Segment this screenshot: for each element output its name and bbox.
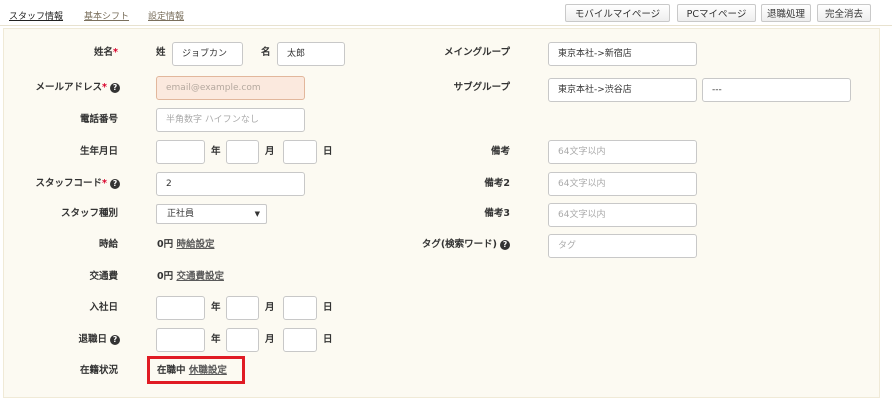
month-unit: 月 <box>265 146 275 157</box>
pc-mypage-button[interactable]: PCマイページ <box>677 4 756 22</box>
year-unit: 年 <box>211 146 221 157</box>
transport-label: 交通費 <box>89 271 118 282</box>
birthdate-label: 生年月日 <box>79 146 118 157</box>
retire-year-input[interactable] <box>156 328 205 352</box>
tab-basic-shift[interactable]: 基本シフト <box>84 9 129 22</box>
email-label: メールアドレス*? <box>20 81 120 95</box>
first-name-input[interactable]: 太郎 <box>277 42 345 66</box>
retire-day-input[interactable] <box>283 328 317 352</box>
first-name-label: 名 <box>261 47 271 58</box>
tab-staff-info[interactable]: スタッフ情報 <box>9 9 63 22</box>
year-unit: 年 <box>211 302 221 313</box>
birth-day-input[interactable] <box>283 140 317 164</box>
help-icon: ? <box>110 179 120 189</box>
retire-button[interactable]: 退職処理 <box>761 4 811 22</box>
staff-type-selected: 正社員 <box>167 209 195 219</box>
transport-settings-link[interactable]: 交通費設定 <box>176 271 224 282</box>
help-icon: ? <box>110 335 120 345</box>
name-label: 姓名* <box>94 47 118 58</box>
note-input[interactable]: 64文字以内 <box>548 140 697 164</box>
birth-month-input[interactable] <box>226 140 259 164</box>
tag-input[interactable]: タグ <box>548 234 697 258</box>
join-date-label: 入社日 <box>89 302 118 313</box>
sub-group-label: サブグループ <box>453 82 510 93</box>
last-name-input[interactable]: ジョブカン <box>172 42 243 66</box>
status-label: 在籍状況 <box>79 365 118 376</box>
birth-year-input[interactable] <box>156 140 205 164</box>
month-unit: 月 <box>265 302 275 313</box>
help-icon: ? <box>500 240 510 250</box>
retire-month-input[interactable] <box>226 328 259 352</box>
hourly-wage-value: 0円 時給設定 <box>157 239 215 250</box>
year-unit: 年 <box>211 334 221 345</box>
tab-settings-info[interactable]: 設定情報 <box>148 9 184 22</box>
retire-date-label: 退職日? <box>20 333 120 347</box>
staff-type-label: スタッフ種別 <box>60 208 118 219</box>
hourly-wage-label: 時給 <box>98 239 118 250</box>
dropdown-arrow-icon: ▼ <box>254 210 260 218</box>
join-month-input[interactable] <box>226 296 259 320</box>
help-icon: ? <box>110 83 120 93</box>
note3-label: 備考3 <box>484 208 510 219</box>
day-unit: 日 <box>323 302 333 313</box>
sub-group-field-2[interactable]: --- <box>702 78 851 102</box>
delete-all-button[interactable]: 完全消去 <box>817 4 871 22</box>
note2-label: 備考2 <box>484 178 510 189</box>
main-group-label: メイングループ <box>444 47 510 58</box>
mobile-mypage-button[interactable]: モバイルマイページ <box>565 4 670 22</box>
staff-code-label: スタッフコード*? <box>20 177 120 191</box>
staff-type-select[interactable]: 正社員 ▼ <box>156 204 267 224</box>
main-group-field[interactable]: 東京本社->新宿店 <box>548 42 697 66</box>
join-year-input[interactable] <box>156 296 205 320</box>
highlight-box <box>147 356 245 384</box>
note3-input[interactable]: 64文字以内 <box>548 203 697 227</box>
transport-value: 0円 交通費設定 <box>157 271 224 282</box>
email-field[interactable]: email@example.com <box>156 76 305 100</box>
hourly-wage-settings-link[interactable]: 時給設定 <box>176 239 214 250</box>
join-day-input[interactable] <box>283 296 317 320</box>
note2-input[interactable]: 64文字以内 <box>548 172 697 196</box>
day-unit: 日 <box>323 334 333 345</box>
phone-label: 電話番号 <box>79 114 118 125</box>
note-label: 備考 <box>490 146 510 157</box>
tab-divider <box>0 25 892 26</box>
month-unit: 月 <box>265 334 275 345</box>
phone-field[interactable]: 半角数字 ハイフンなし <box>156 108 305 132</box>
required-mark: * <box>113 47 118 58</box>
tab-bar: スタッフ情報 基本シフト 設定情報 <box>0 0 892 26</box>
day-unit: 日 <box>323 146 333 157</box>
sub-group-field[interactable]: 東京本社->渋谷店 <box>548 78 697 102</box>
last-name-label: 姓 <box>156 47 166 58</box>
tag-label: タグ(検索ワード)? <box>390 238 510 252</box>
staff-code-input[interactable]: 2 <box>156 172 305 196</box>
